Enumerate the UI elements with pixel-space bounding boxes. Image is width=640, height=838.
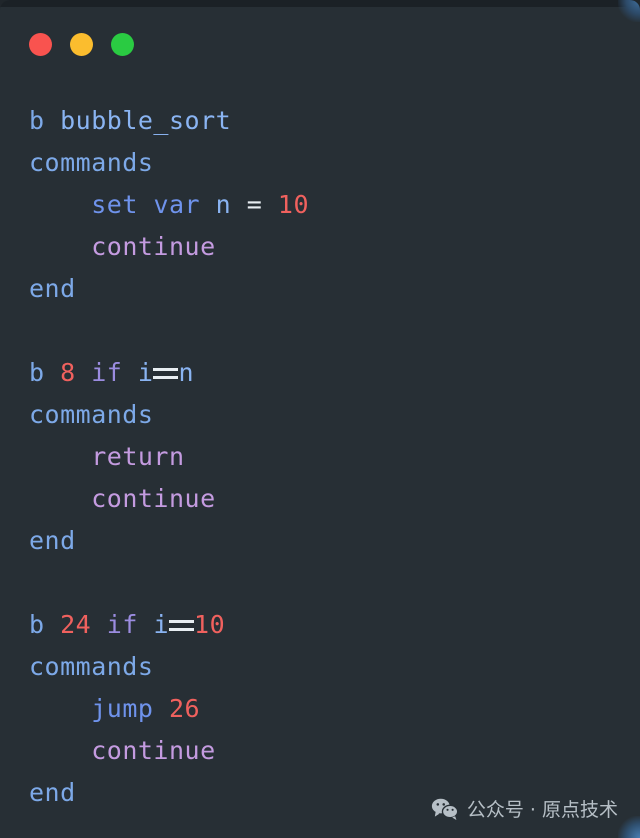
code-token: set xyxy=(91,190,138,219)
code-token: continue xyxy=(91,736,216,765)
code-token: 10 xyxy=(277,190,310,219)
code-line: b 24 if i 10 xyxy=(29,604,614,646)
watermark-text: 公众号 · 原点技术 xyxy=(466,799,618,821)
window-titlebar xyxy=(0,0,640,86)
code-token: b xyxy=(29,610,45,639)
code-token: end xyxy=(29,274,76,303)
code-token: b xyxy=(29,358,45,387)
code-token: continue xyxy=(91,484,216,513)
maximize-button[interactable] xyxy=(111,33,134,56)
code-token: 8 xyxy=(60,358,76,387)
code-editor-window: b bubble_sort commands set var n = 10 con… xyxy=(0,0,640,838)
code-token: commands xyxy=(29,400,154,429)
code-token: if xyxy=(106,610,138,639)
code-token: continue xyxy=(91,232,216,261)
code-line: b bubble_sort xyxy=(29,100,614,142)
code-token: end xyxy=(29,778,76,807)
code-line: commands xyxy=(29,142,614,184)
code-line: commands xyxy=(29,394,614,436)
code-line: continue xyxy=(29,730,614,772)
code-token: 24 xyxy=(60,610,92,639)
code-token: 10 xyxy=(194,610,226,639)
code-token: b xyxy=(29,106,45,135)
code-token: n xyxy=(215,190,232,219)
code-token: if xyxy=(91,358,123,387)
code-token: return xyxy=(91,442,185,471)
code-token: jump xyxy=(91,694,154,723)
code-line: return xyxy=(29,436,614,478)
code-line: continue xyxy=(29,226,614,268)
code-line: commands xyxy=(29,646,614,688)
code-line: end xyxy=(29,520,614,562)
code-token: i xyxy=(137,358,154,387)
code-token: = xyxy=(246,190,263,219)
watermark: 公众号 · 原点技术 xyxy=(431,795,618,822)
code-content[interactable]: b bubble_sort commands set var n = 10 con… xyxy=(0,86,640,838)
code-token: i xyxy=(153,610,170,639)
code-token: commands xyxy=(29,148,154,177)
code-line: jump 26 xyxy=(29,688,614,730)
window-controls xyxy=(29,33,134,56)
code-line: continue xyxy=(29,478,614,520)
close-button[interactable] xyxy=(29,33,52,56)
code-line: set var n = 10 xyxy=(29,184,614,226)
wechat-icon xyxy=(431,798,459,820)
code-token: var xyxy=(153,190,201,219)
code-token: n xyxy=(178,358,195,387)
minimize-button[interactable] xyxy=(70,33,93,56)
code-token: end xyxy=(29,526,76,555)
code-token: 26 xyxy=(169,694,201,723)
code-token: bubble_sort xyxy=(60,106,232,135)
code-token: commands xyxy=(29,652,154,681)
code-line: end xyxy=(29,268,614,310)
code-line: b 8 if in xyxy=(29,352,614,394)
